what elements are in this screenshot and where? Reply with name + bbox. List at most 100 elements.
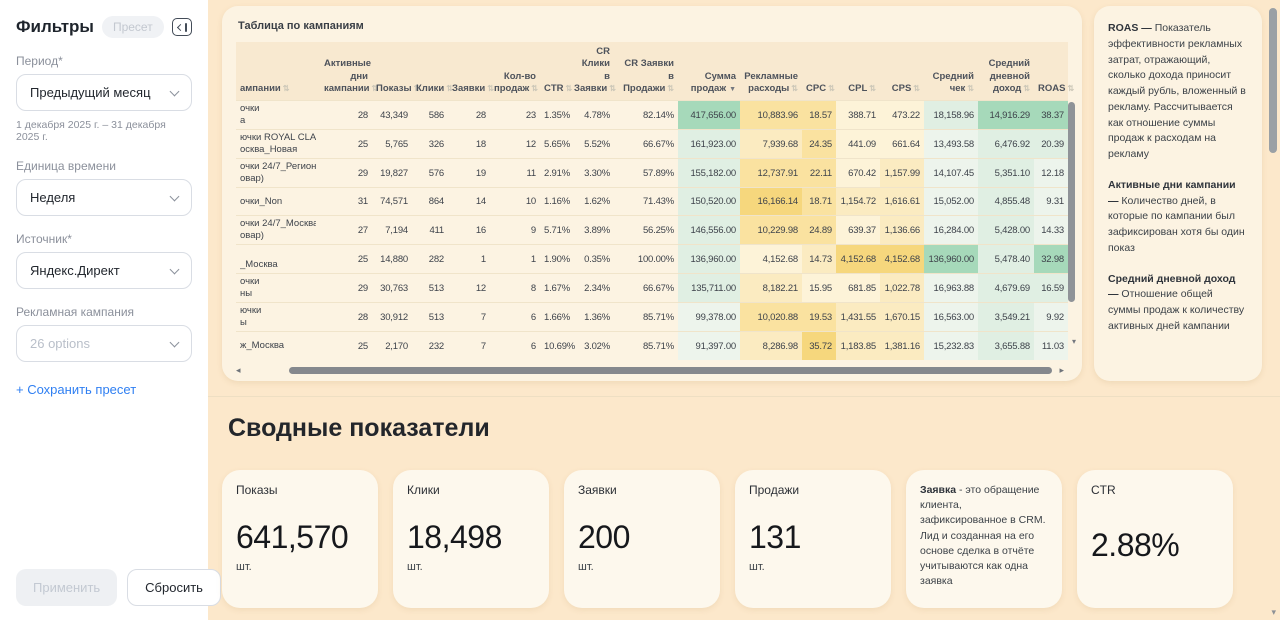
table-cell: 10,229.98 [740, 216, 802, 245]
table-cell: 14,107.45 [924, 159, 978, 188]
campaign-name-line: ж_Москва [240, 340, 316, 352]
chevron-down-icon [170, 191, 180, 201]
column-header-16[interactable]: Средний дневной доход⇅ [978, 42, 1034, 101]
reset-button[interactable]: Сбросить [127, 569, 221, 606]
campaign-label: Рекламная кампания [16, 305, 192, 319]
table-cell: 411 [412, 216, 448, 245]
save-preset-link[interactable]: + Сохранить пресет [16, 382, 136, 397]
metric-card-impressions: Показы 641,570 шт. [222, 470, 378, 608]
table-vertical-scrollbar[interactable] [1068, 102, 1075, 342]
metric-card-sales: Продажи 131 шт. [735, 470, 891, 608]
table-cell: 4,855.48 [978, 188, 1034, 216]
table-cell: 28 [320, 303, 372, 332]
horizontal-scroll-thumb[interactable] [289, 367, 1053, 374]
table-cell: 5.65% [540, 130, 570, 159]
table-cell: 15,232.83 [924, 332, 978, 360]
table-cell: 4,152.68 [880, 245, 924, 274]
sort-icon: ⇅ [1067, 84, 1074, 93]
table-row: очкиа2843,34958628231.35%4.78%82.14%417,… [236, 101, 1068, 130]
page-scrollbar-thumb[interactable] [1269, 8, 1277, 153]
section-divider [208, 396, 1280, 397]
table-cell: 670.42 [836, 159, 880, 188]
page-scroll-down-icon[interactable]: ▾ [1271, 607, 1276, 618]
column-header-14[interactable]: CPS⇅ [880, 42, 924, 101]
table-horizontal-scrollbar[interactable]: ◂ ▸ [236, 366, 1064, 375]
metric-card-leads: Заявки 200 шт. [564, 470, 720, 608]
column-header-7[interactable]: CTR⇅ [540, 42, 570, 101]
campaign-name-cell: _Москва [236, 245, 320, 274]
collapse-sidebar-button[interactable] [172, 18, 192, 36]
column-header-6[interactable]: Кол-во продаж⇅ [490, 42, 540, 101]
table-cell: 16,963.88 [924, 274, 978, 303]
filters-sidebar: Фильтры Пресет Период* Предыдущий месяц … [0, 0, 208, 620]
table-cell: 32.98 [1034, 245, 1068, 274]
column-header-11[interactable]: Рекламные расходы⇅ [740, 42, 802, 101]
table-cell: 10 [490, 188, 540, 216]
table-cell: 25 [320, 245, 372, 274]
column-header-label: ампании [240, 83, 281, 94]
horizontal-scroll-track[interactable] [245, 367, 1056, 374]
table-cell: 9.92 [1034, 303, 1068, 332]
table-cell: 7 [448, 303, 490, 332]
table-row: очки_Non3174,57186414101.16%1.62%71.43%1… [236, 188, 1068, 216]
column-header-17[interactable]: ROAS⇅ [1034, 42, 1068, 101]
table-cell: 441.09 [836, 130, 880, 159]
sort-icon: ⇅ [283, 84, 290, 93]
scroll-right-icon[interactable]: ▸ [1059, 366, 1064, 375]
column-header-10[interactable]: Сумма продаж▼ [678, 42, 740, 101]
period-label: Период* [16, 54, 192, 68]
column-header-3[interactable]: Показы⇅ [372, 42, 412, 101]
table-cell: 14 [448, 188, 490, 216]
table-cell: 0.35% [570, 245, 614, 274]
column-header-12[interactable]: CPC⇅ [802, 42, 836, 101]
table-cell: 8 [490, 274, 540, 303]
column-header-label: ROAS [1038, 83, 1065, 94]
table-cell: 6 [490, 332, 540, 360]
source-select[interactable]: Яндекс.Директ [16, 252, 192, 289]
period-range-caption: 1 декабря 2025 г. – 31 декабря 2025 г. [16, 119, 192, 143]
table-cell: 85.71% [614, 332, 678, 360]
table-cell: 27 [320, 216, 372, 245]
column-header-4[interactable]: Клики⇅ [412, 42, 448, 101]
table-cell: 8,182.21 [740, 274, 802, 303]
table-cell: 25 [320, 130, 372, 159]
sort-icon: ⇅ [828, 84, 835, 93]
lead-text: - это обращение клиента, зафиксированное… [920, 484, 1045, 587]
column-header-13[interactable]: CPL⇅ [836, 42, 880, 101]
sort-icon: ⇅ [967, 84, 974, 93]
column-header-9[interactable]: CR Заявки в Продажи⇅ [614, 42, 678, 101]
apply-button[interactable]: Применить [16, 569, 117, 606]
table-cell: 18.71 [802, 188, 836, 216]
table-cell: 1 [490, 245, 540, 274]
metric-label: Клики [407, 483, 535, 497]
column-header-5[interactable]: Заявки⇅ [448, 42, 490, 101]
table-cell: 2,170 [372, 332, 412, 360]
scroll-down-icon[interactable]: ▾ [1072, 337, 1076, 346]
column-header-15[interactable]: Средний чек⇅ [924, 42, 978, 101]
table-cell: 681.85 [836, 274, 880, 303]
campaign-select[interactable]: 26 options [16, 325, 192, 362]
period-select[interactable]: Предыдущий месяц [16, 74, 192, 111]
table-cell: 100.00% [614, 245, 678, 274]
table-cell: 4,152.68 [836, 245, 880, 274]
table-cell: 12 [490, 130, 540, 159]
table-cell: 12.18 [1034, 159, 1068, 188]
table-cell: 1,431.55 [836, 303, 880, 332]
table-cell: 16,284.00 [924, 216, 978, 245]
table-cell: 282 [412, 245, 448, 274]
table-cell: 31 [320, 188, 372, 216]
vertical-scroll-thumb[interactable] [1068, 102, 1075, 302]
campaign-name-line: очки [240, 276, 316, 288]
column-header-8[interactable]: CR Клики в Заявки⇅ [570, 42, 614, 101]
table-cell: 5.71% [540, 216, 570, 245]
column-header-1[interactable]: ампании⇅ [236, 42, 320, 101]
table-cell: 71.43% [614, 188, 678, 216]
table-cell: 135,711.00 [678, 274, 740, 303]
table-cell: 136,960.00 [924, 245, 978, 274]
time-unit-select[interactable]: Неделя [16, 179, 192, 216]
metric-value: 2.88% [1091, 527, 1219, 564]
column-header-2[interactable]: Активные дни кампании⇅ [320, 42, 372, 101]
table-cell: 417,656.00 [678, 101, 740, 130]
scroll-left-icon[interactable]: ◂ [236, 366, 241, 375]
table-cell: 11.03 [1034, 332, 1068, 360]
